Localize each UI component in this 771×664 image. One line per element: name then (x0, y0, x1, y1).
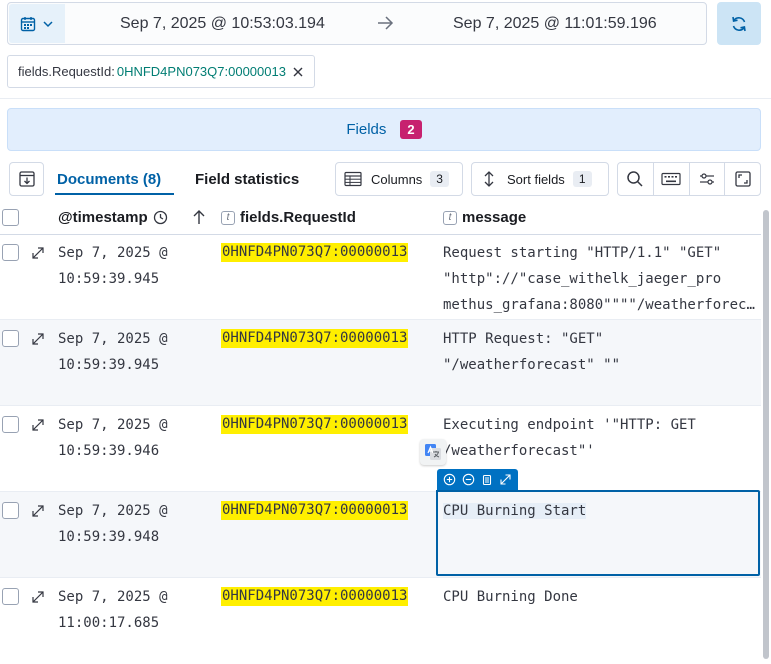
keyboard-shortcuts-button[interactable] (654, 163, 690, 195)
translate-icon[interactable] (420, 439, 446, 465)
view-options-group (617, 162, 761, 196)
timestamp-cell[interactable]: Sep 7, 2025 @11:00:17.685 (58, 584, 168, 636)
sort-icon (481, 170, 497, 188)
column-header-message[interactable]: t message (443, 209, 526, 226)
search-button[interactable] (618, 163, 654, 195)
quick-date-menu-button[interactable] (9, 4, 65, 43)
focused-cell-outline (436, 490, 760, 576)
close-icon[interactable] (292, 66, 304, 78)
sort-count-badge: 1 (572, 171, 592, 187)
select-all-checkbox[interactable] (2, 209, 19, 226)
display-settings-button[interactable] (690, 163, 726, 195)
copy-icon[interactable] (480, 473, 493, 486)
timestamp-cell[interactable]: Sep 7, 2025 @10:59:39.948 (58, 498, 168, 550)
column-label-message: message (462, 209, 527, 226)
start-date[interactable]: Sep 7, 2025 @ 10:53:03.194 (120, 15, 325, 33)
row-checkbox[interactable] (2, 416, 19, 433)
fields-toggle-button[interactable]: Fields 2 (7, 108, 761, 151)
table-row[interactable]: Sep 7, 2025 @11:00:17.685 0HNFD4PN073Q7:… (0, 578, 761, 664)
column-label-timestamp: @timestamp (58, 209, 148, 226)
filter-for-icon[interactable] (443, 473, 456, 486)
calendar-icon (20, 16, 36, 32)
timestamp-cell[interactable]: Sep 7, 2025 @10:59:39.945 (58, 326, 168, 378)
timestamp-cell[interactable]: Sep 7, 2025 @10:59:39.945 (58, 240, 168, 292)
row-checkbox[interactable] (2, 502, 19, 519)
table-row[interactable]: Sep 7, 2025 @10:59:39.945 0HNFD4PN073Q7:… (0, 320, 761, 406)
timestamp-cell[interactable]: Sep 7, 2025 @10:59:39.946 (58, 412, 168, 464)
row-checkbox[interactable] (2, 330, 19, 347)
export-button[interactable] (9, 162, 44, 196)
table-header: @timestamp t fields.RequestId t message (0, 201, 761, 235)
refresh-button[interactable] (717, 2, 761, 45)
expand-icon[interactable] (31, 504, 45, 518)
search-icon (626, 170, 644, 188)
keyboard-icon (661, 172, 681, 186)
request-id-cell[interactable]: 0HNFD4PN073Q7:00000013 (221, 501, 409, 520)
message-cell[interactable]: Executing endpoint '"HTTP: GET/weatherfo… (443, 412, 755, 464)
clock-icon (153, 210, 168, 225)
expand-icon[interactable] (31, 332, 45, 346)
sliders-icon (698, 171, 716, 187)
message-cell[interactable]: CPU Burning Done (443, 584, 755, 610)
request-id-cell[interactable]: 0HNFD4PN073Q7:00000013 (221, 329, 409, 348)
filter-value: 0HNFD4PN073Q7:00000013 (116, 64, 286, 79)
text-type-icon: t (443, 210, 457, 225)
table-icon (344, 171, 362, 187)
export-icon (18, 170, 36, 188)
sort-fields-button[interactable]: Sort fields 1 (471, 162, 609, 196)
expand-icon[interactable] (31, 418, 45, 432)
message-cell[interactable]: Request starting "HTTP/1.1" "GET" "http":… (443, 240, 755, 318)
expand-icon[interactable] (31, 246, 45, 260)
request-id-cell[interactable]: 0HNFD4PN073Q7:00000013 (221, 243, 409, 262)
row-checkbox[interactable] (2, 244, 19, 261)
active-tab-indicator (55, 193, 174, 195)
refresh-icon (729, 14, 749, 34)
sort-label: Sort fields (507, 171, 565, 187)
column-label-request-id: fields.RequestId (240, 209, 356, 226)
chevron-down-icon (42, 18, 54, 30)
end-date[interactable]: Sep 7, 2025 @ 11:01:59.196 (453, 15, 657, 33)
expand-icon[interactable] (31, 590, 45, 604)
column-header-timestamp[interactable]: @timestamp (58, 209, 168, 226)
filter-pill[interactable]: fields.RequestId: 0HNFD4PN073Q7:00000013 (7, 55, 315, 88)
arrow-right-icon (375, 13, 395, 33)
columns-label: Columns (371, 171, 423, 187)
tab-documents[interactable]: Documents (8) (57, 171, 161, 188)
request-id-cell[interactable]: 0HNFD4PN073Q7:00000013 (221, 415, 409, 434)
scrollbar-thumb[interactable] (763, 210, 769, 659)
columns-button[interactable]: Columns 3 (335, 162, 463, 196)
column-header-request-id[interactable]: t fields.RequestId (221, 209, 356, 226)
date-range-picker: Sep 7, 2025 @ 10:53:03.194 Sep 7, 2025 @… (7, 2, 707, 45)
fields-count-badge: 2 (400, 120, 422, 139)
expand-cell-icon[interactable] (499, 473, 512, 486)
request-id-cell[interactable]: 0HNFD4PN073Q7:00000013 (221, 587, 409, 606)
filter-out-icon[interactable] (462, 473, 475, 486)
message-cell[interactable]: HTTP Request: "GET" "/weatherforecast" "" (443, 326, 755, 378)
row-checkbox[interactable] (2, 588, 19, 605)
table-row[interactable]: Sep 7, 2025 @10:59:39.945 0HNFD4PN073Q7:… (0, 234, 761, 320)
sort-ascending-icon[interactable] (191, 208, 207, 226)
divider (0, 98, 771, 99)
tab-field-statistics[interactable]: Field statistics (195, 171, 299, 188)
table-row[interactable]: Sep 7, 2025 @10:59:39.946 0HNFD4PN073Q7:… (0, 406, 761, 492)
fullscreen-icon (734, 170, 752, 188)
columns-count-badge: 3 (430, 171, 449, 187)
text-type-icon: t (221, 210, 235, 225)
fields-label: Fields (346, 121, 387, 138)
fullscreen-button[interactable] (725, 163, 760, 195)
filter-field: fields.RequestId: (18, 64, 115, 79)
cell-actions-toolbar (437, 469, 518, 490)
